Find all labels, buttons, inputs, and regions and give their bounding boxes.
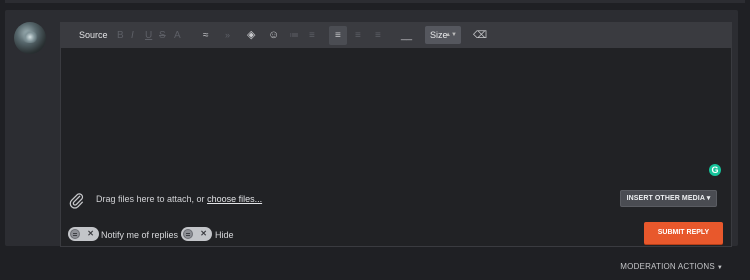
notify-toggle[interactable]: ✕: [68, 227, 99, 241]
caret-down-icon: ▾: [704, 195, 711, 202]
reply-panel: Source B I U S A ≈ » ◈ ☺ ≔ ≡ ≡ ≡ ≡ __ Si…: [5, 10, 738, 247]
horizontal-rule-icon[interactable]: __: [401, 23, 412, 48]
top-divider: [5, 0, 745, 3]
avatar: [14, 22, 46, 54]
close-icon: ✕: [200, 229, 207, 238]
choose-files-link[interactable]: choose files...: [207, 194, 262, 204]
align-right-icon[interactable]: ≡: [375, 23, 381, 48]
submit-reply-button[interactable]: SUBMIT REPLY: [644, 222, 723, 244]
align-left-icon[interactable]: ≡: [335, 23, 341, 48]
code-icon[interactable]: »: [225, 23, 230, 48]
rich-text-editor[interactable]: Source B I U S A ≈ » ◈ ☺ ≔ ≡ ≡ ≡ ≡ __ Si…: [60, 22, 732, 247]
spoiler-icon[interactable]: ◈: [247, 23, 255, 48]
caret-down-icon: ▼: [716, 265, 723, 271]
emoji-icon[interactable]: ☺: [268, 23, 279, 48]
hide-toggle[interactable]: ✕: [181, 227, 212, 241]
attach-instructions: Drag files here to attach, or choose fil…: [96, 194, 262, 204]
italic-icon[interactable]: I: [131, 23, 134, 48]
close-icon: ✕: [87, 229, 94, 238]
paperclip-icon: [69, 193, 84, 209]
underline-icon[interactable]: U: [145, 23, 152, 48]
editor-toolbar: Source B I U S A ≈ » ◈ ☺ ≔ ≡ ≡ ≡ ≡ __ Si…: [61, 23, 731, 48]
notify-label: Notify me of replies: [101, 230, 179, 240]
text-color-icon[interactable]: A: [174, 23, 181, 48]
bulleted-list-icon[interactable]: ≔: [289, 23, 299, 48]
numbered-list-icon[interactable]: ≡: [309, 23, 315, 48]
chevron-down-icon: ▲▼: [445, 32, 457, 38]
strikethrough-icon[interactable]: S: [159, 23, 166, 48]
toggle-knob: [70, 229, 80, 239]
quote-icon[interactable]: ≈: [203, 23, 209, 48]
hide-label: Hide: [215, 230, 234, 240]
source-button[interactable]: Source: [79, 23, 108, 48]
grammarly-icon[interactable]: G: [709, 164, 721, 176]
moderation-actions-menu[interactable]: MODERATION ACTIONS ▼: [620, 262, 723, 271]
toggle-knob: [183, 229, 193, 239]
insert-other-media-button[interactable]: INSERT OTHER MEDIA ▾: [620, 190, 717, 207]
bold-icon[interactable]: B: [117, 23, 124, 48]
font-size-select[interactable]: Size ▲▼: [425, 26, 461, 44]
moderation-actions-label: MODERATION ACTIONS: [620, 262, 715, 271]
attach-text: Drag files here to attach, or: [96, 194, 208, 204]
align-center-icon[interactable]: ≡: [355, 23, 361, 48]
insert-other-media-label: INSERT OTHER MEDIA: [626, 195, 705, 202]
clear-format-icon[interactable]: ⌫: [473, 23, 487, 48]
